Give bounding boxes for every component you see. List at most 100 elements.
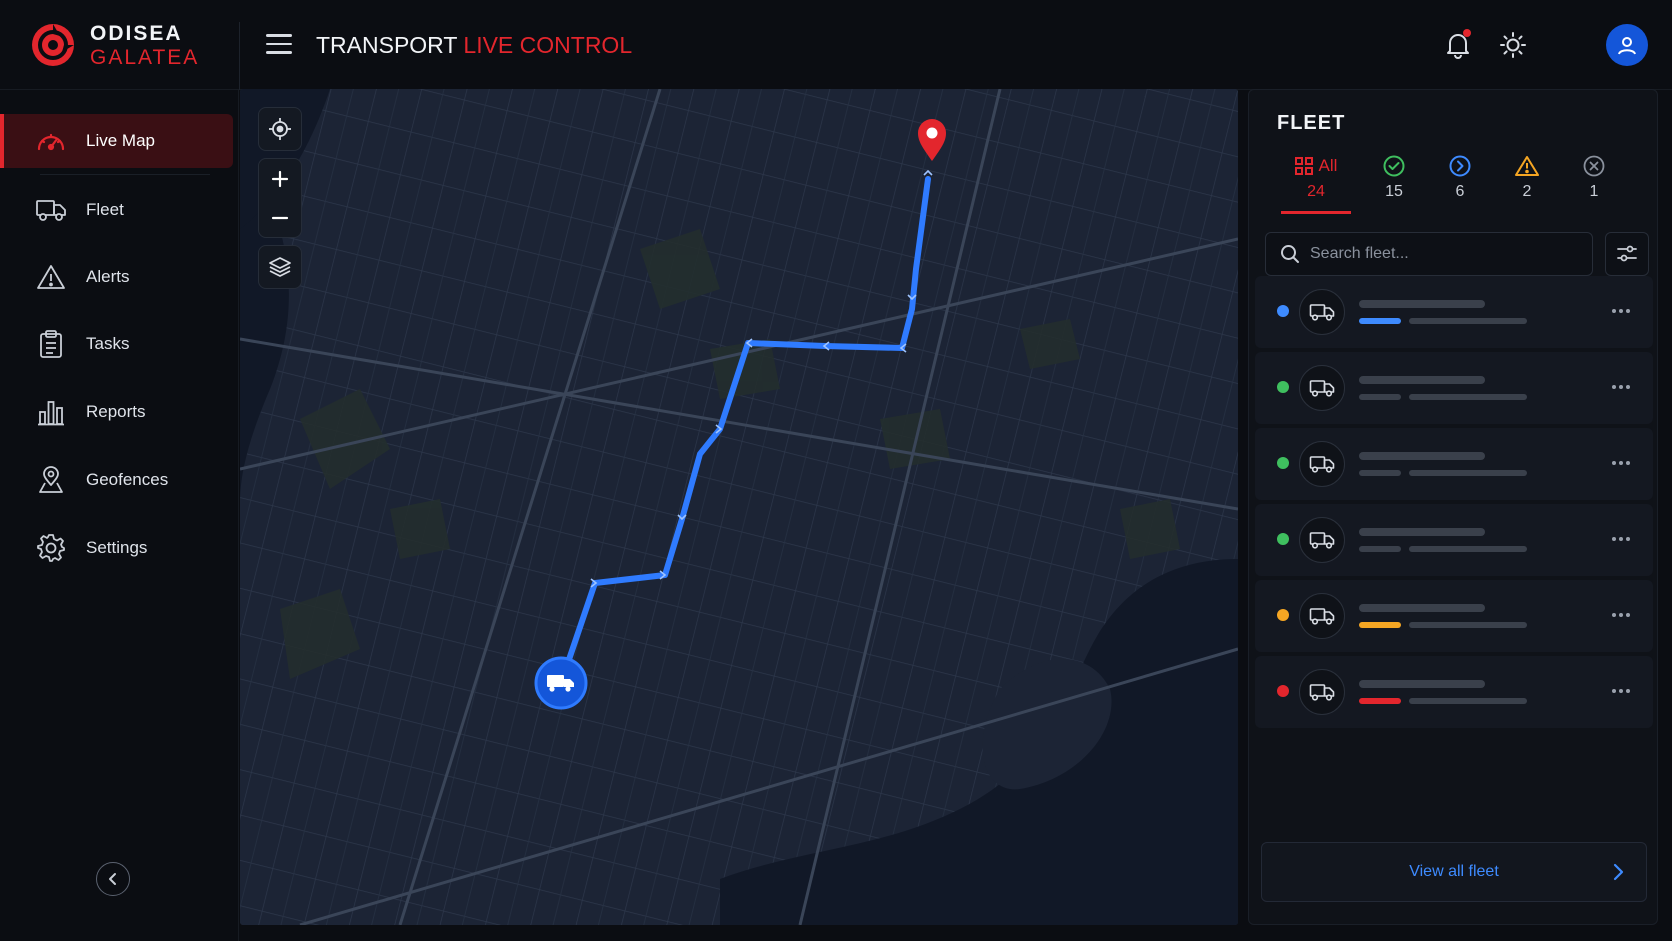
vehicle-progress-bar: [1359, 546, 1401, 552]
vehicle-marker[interactable]: [534, 656, 588, 710]
fleet-search[interactable]: [1265, 232, 1593, 276]
zoom-out-icon[interactable]: [258, 198, 302, 237]
fleet-tab-moving[interactable]: 6: [1427, 152, 1493, 214]
header-divider: [239, 22, 240, 90]
notification-badge: [1463, 29, 1471, 37]
gear-icon: [34, 531, 68, 565]
vehicle-row[interactable]: [1255, 504, 1653, 576]
notifications-button[interactable]: [1441, 28, 1475, 62]
fleet-tab-active[interactable]: 15: [1361, 152, 1427, 214]
brand[interactable]: ODISEA GALATEA: [30, 20, 230, 70]
zoom-controls: [258, 158, 302, 238]
truck-icon: [1299, 517, 1345, 563]
sidebar-item-reports[interactable]: Reports: [0, 385, 233, 439]
more-options-icon[interactable]: [1607, 526, 1635, 552]
vehicle-progress-bar: [1359, 318, 1401, 324]
fleet-tab-all[interactable]: All 24: [1281, 152, 1351, 214]
truck-icon: [1299, 441, 1345, 487]
status-dot: [1277, 457, 1289, 469]
user-avatar[interactable]: [1606, 24, 1648, 66]
layers-button[interactable]: [258, 245, 302, 289]
vehicle-name-placeholder: [1359, 528, 1485, 536]
vehicle-detail-placeholder: [1409, 622, 1527, 628]
more-options-icon[interactable]: [1607, 298, 1635, 324]
speedometer-icon: [34, 124, 68, 158]
fleet-title: FLEET: [1277, 112, 1346, 134]
sidebar-item-settings[interactable]: Settings: [0, 521, 233, 575]
warning-triangle-icon: [1515, 156, 1539, 176]
vehicle-detail-placeholder: [1409, 698, 1527, 704]
status-dot: [1277, 533, 1289, 545]
sidebar-item-geofences[interactable]: Geofences: [0, 453, 233, 507]
sun-icon: [1500, 32, 1526, 58]
fleet-tab-count: 2: [1522, 183, 1532, 200]
sidebar-item-label: Alerts: [86, 267, 130, 286]
bar-chart-icon: [34, 395, 68, 429]
search-input[interactable]: [1310, 245, 1570, 263]
vehicle-detail-placeholder: [1409, 394, 1527, 400]
sliders-icon: [1617, 245, 1637, 262]
page-title-accent: LIVE CONTROL: [463, 32, 633, 58]
map-canvas[interactable]: [240, 89, 1238, 925]
vehicle-row[interactable]: [1255, 276, 1653, 348]
fleet-tab-warning[interactable]: 2: [1494, 152, 1560, 214]
chevron-right-icon: [1613, 863, 1624, 881]
sidebar-item-label: Geofences: [86, 470, 169, 489]
fleet-panel: FLEET All 24 15 6 2 1 Search fleet... Vi…: [1248, 89, 1658, 925]
page-title-main: TRANSPORT: [316, 32, 458, 58]
chevron-left-icon: [109, 873, 116, 885]
vehicle-row[interactable]: [1255, 428, 1653, 500]
status-dot: [1277, 305, 1289, 317]
vehicle-name-placeholder: [1359, 376, 1485, 384]
sidebar-item-label: Tasks: [86, 334, 130, 353]
vehicle-row[interactable]: [1255, 352, 1653, 424]
sidebar-item-fleet[interactable]: Fleet: [0, 183, 233, 237]
search-icon: [1281, 245, 1299, 263]
zoom-in-icon[interactable]: [258, 159, 302, 198]
vehicle-row[interactable]: [1255, 656, 1653, 728]
status-dot: [1277, 609, 1289, 621]
vehicle-progress-bar: [1359, 622, 1401, 628]
check-circle-icon: [1383, 155, 1405, 177]
vehicle-row[interactable]: [1255, 580, 1653, 652]
fleet-tab-offline[interactable]: 1: [1561, 152, 1627, 214]
locate-button[interactable]: [258, 107, 302, 151]
location-pin-icon: [34, 463, 68, 497]
locate-icon[interactable]: [258, 109, 302, 149]
fleet-tab-count: 1: [1589, 183, 1599, 200]
layers-icon[interactable]: [258, 247, 302, 287]
view-all-label: View all fleet: [1409, 863, 1499, 880]
brand-logo-icon: [32, 24, 74, 66]
view-all-fleet-button[interactable]: View all fleet: [1261, 842, 1647, 902]
sidebar-collapse-button[interactable]: [96, 862, 130, 896]
more-options-icon[interactable]: [1607, 374, 1635, 400]
vehicle-progress-bar: [1359, 394, 1401, 400]
more-options-icon[interactable]: [1607, 450, 1635, 476]
menu-icon[interactable]: [266, 34, 292, 56]
theme-toggle-button[interactable]: [1496, 28, 1530, 62]
sidebar: Live Map Fleet Alerts Tasks Reports Geof…: [0, 90, 239, 941]
filter-button[interactable]: [1605, 232, 1649, 276]
live-map[interactable]: [240, 89, 1238, 925]
user-avatar-icon: [1618, 37, 1636, 55]
page-title: TRANSPORT LIVE CONTROL: [316, 32, 632, 59]
sidebar-item-tasks[interactable]: Tasks: [0, 317, 233, 371]
vehicle-progress-bar: [1359, 470, 1401, 476]
vehicle-name-placeholder: [1359, 452, 1485, 460]
brand-subname: GALATEA: [90, 45, 200, 69]
truck-icon: [34, 193, 68, 227]
arrow-circle-icon: [1449, 155, 1471, 177]
sidebar-item-label: Live Map: [86, 131, 155, 150]
sidebar-item-alerts[interactable]: Alerts: [0, 250, 233, 304]
more-options-icon[interactable]: [1607, 678, 1635, 704]
sidebar-item-label: Settings: [86, 538, 148, 557]
truck-icon: [1299, 365, 1345, 411]
fleet-tab-label: All: [1318, 156, 1338, 175]
app-root: ODISEA GALATEA TRANSPORT LIVE CONTROL Li…: [0, 0, 1672, 941]
more-options-icon[interactable]: [1607, 602, 1635, 628]
sidebar-item-label: Fleet: [86, 200, 124, 219]
x-circle-icon: [1583, 155, 1605, 177]
brand-name: ODISEA: [90, 21, 183, 45]
sidebar-item-live-map[interactable]: Live Map: [0, 114, 233, 168]
top-header: ODISEA GALATEA TRANSPORT LIVE CONTROL: [0, 0, 1672, 90]
